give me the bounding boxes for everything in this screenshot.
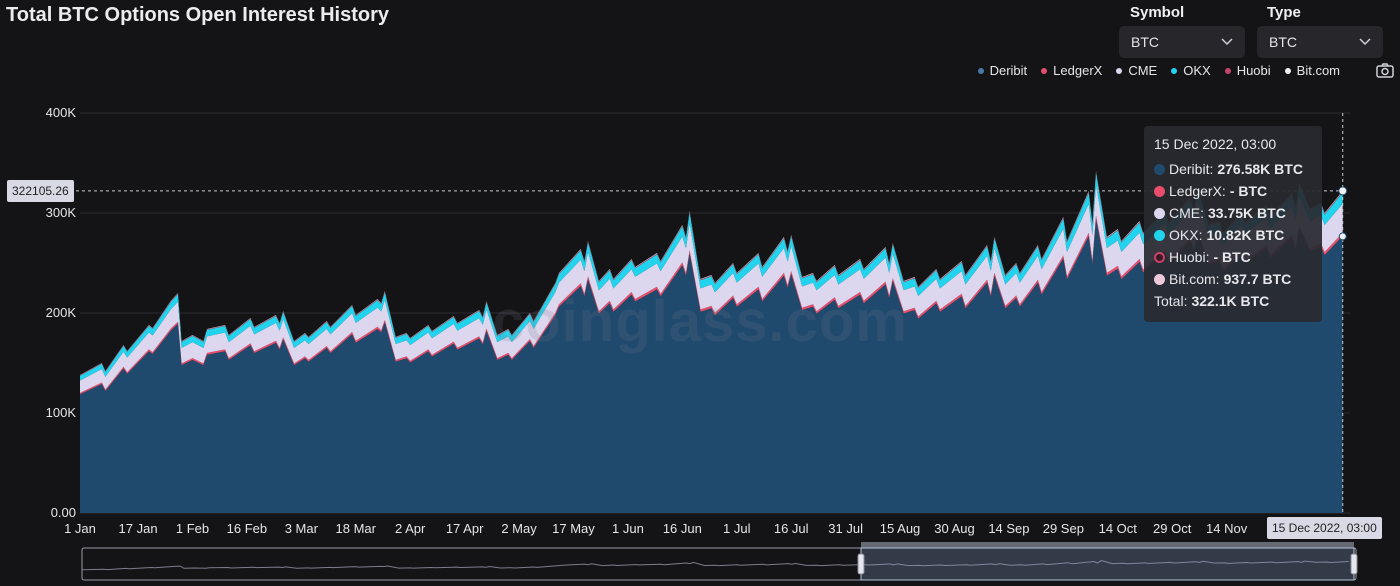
x-tick-label: 1 Jan (64, 521, 96, 536)
tooltip-series-value: 10.82K BTC (1206, 227, 1285, 243)
tooltip-series-value: - BTC (1213, 249, 1251, 265)
x-tick-label: 3 Mar (285, 521, 319, 536)
x-tick-label: 1 Jul (723, 521, 751, 536)
x-tick-label: 1 Jun (612, 521, 644, 536)
tooltip-marker (1154, 185, 1165, 197)
y-tick-label: 200K (46, 305, 77, 320)
x-tick-label: 1 Feb (176, 521, 209, 536)
chart-tooltip: 15 Dec 2022, 03:00 Deribit: 276.58K BTC L… (1144, 126, 1322, 322)
x-tick-label: 16 Jun (663, 521, 702, 536)
tooltip-series-value: - BTC (1229, 183, 1268, 199)
tooltip-total-label: Total: (1154, 293, 1188, 309)
crosshair-x-label: 15 Dec 2022, 03:00 (1267, 517, 1382, 539)
tooltip-series-value: 276.58K BTC (1217, 161, 1303, 177)
tooltip-row-total: Total: 322.1K BTC (1154, 290, 1312, 312)
tooltip-marker (1154, 229, 1165, 241)
zoom-slider-window[interactable] (860, 547, 1355, 581)
tooltip-series-value: 937.7 BTC (1223, 271, 1292, 287)
tooltip-row-bitcom: Bit.com: 937.7 BTC (1154, 268, 1312, 290)
x-tick-label: 14 Oct (1099, 521, 1138, 536)
tooltip-series-name: Bit.com: (1169, 271, 1220, 287)
x-tick-label: 14 Nov (1206, 521, 1248, 536)
tooltip-series-name: LedgerX: (1169, 183, 1226, 199)
x-tick-label: 30 Aug (934, 521, 975, 536)
tooltip-series-name: CME: (1169, 205, 1204, 221)
tooltip-row-okx: OKX: 10.82K BTC (1154, 224, 1312, 246)
x-tick-label: 16 Jul (774, 521, 809, 536)
x-tick-label: 17 Apr (446, 521, 484, 536)
y-tick-label: 300K (46, 205, 77, 220)
tooltip-series-name: Deribit: (1169, 161, 1214, 177)
x-tick-label: 31 Jul (828, 521, 863, 536)
y-tick-label: 100K (46, 405, 77, 420)
x-tick-label: 15 Aug (880, 521, 921, 536)
tooltip-date: 15 Dec 2022, 03:00 (1154, 136, 1277, 152)
crosshair-y-label: 322105.26 (7, 180, 74, 202)
hover-point-total (1338, 186, 1348, 196)
y-tick-label: 0.00 (51, 505, 76, 520)
x-tick-label: 16 Feb (227, 521, 267, 536)
x-tick-label: 17 Jan (119, 521, 158, 536)
tooltip-marker (1154, 207, 1165, 219)
x-tick-label: 14 Sep (988, 521, 1029, 536)
tooltip-total-value: 322.1K BTC (1191, 293, 1270, 309)
tooltip-marker (1154, 251, 1165, 263)
x-tick-label: 18 Mar (336, 521, 377, 536)
tooltip-series-name: Huobi: (1169, 249, 1210, 265)
x-tick-label: 17 May (552, 521, 595, 536)
x-tick-label: 29 Sep (1043, 521, 1084, 536)
tooltip-series-value: 33.75K BTC (1208, 205, 1286, 221)
tooltip-row-cme: CME: 33.75K BTC (1154, 202, 1312, 224)
tooltip-marker (1154, 163, 1165, 175)
tooltip-row-deribit: Deribit: 276.58K BTC (1154, 158, 1312, 180)
zoom-slider-drag-bar[interactable] (861, 542, 1354, 548)
y-tick-label: 400K (46, 105, 77, 120)
tooltip-marker (1154, 273, 1165, 285)
hover-point-deribit (1338, 232, 1347, 241)
tooltip-row-huobi: Huobi: - BTC (1154, 246, 1312, 268)
x-tick-label: 2 Apr (395, 521, 426, 536)
x-tick-label: 29 Oct (1153, 521, 1192, 536)
zoom-slider-left-handle[interactable] (857, 553, 865, 575)
x-tick-label: 2 May (501, 521, 537, 536)
tooltip-series-name: OKX: (1169, 227, 1203, 243)
tooltip-row-ledgerx: LedgerX: - BTC (1154, 180, 1312, 202)
zoom-slider-right-handle[interactable] (1350, 553, 1358, 575)
